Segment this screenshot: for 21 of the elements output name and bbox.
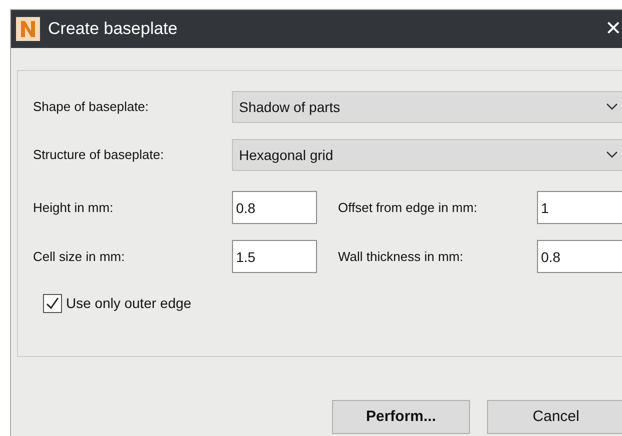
checkbox[interactable] xyxy=(43,294,62,313)
dialog-button[interactable]: Perform... xyxy=(332,400,470,434)
input-field[interactable]: 1 xyxy=(537,191,622,224)
input-field[interactable]: 0.8 xyxy=(537,240,622,273)
input-field[interactable]: 1.5 xyxy=(232,240,317,273)
field-label: Offset from edge in mm: xyxy=(338,198,478,217)
field-label: Height in mm: xyxy=(33,198,114,217)
field-label: Cell size in mm: xyxy=(33,248,126,266)
input-field[interactable]: 0.8 xyxy=(232,191,317,224)
field-label: Wall thickness in mm: xyxy=(338,248,464,266)
checkbox-label: Use only outer edge xyxy=(66,294,192,313)
chevron-down-icon xyxy=(606,151,618,159)
dropdown[interactable]: Shadow of parts xyxy=(232,91,622,123)
dropdown[interactable]: Hexagonal grid xyxy=(232,139,622,171)
dialog-button[interactable]: Cancel xyxy=(487,400,622,434)
app-logo-icon xyxy=(16,17,40,41)
chevron-down-icon xyxy=(606,103,618,111)
window-title: Create baseplate xyxy=(48,18,178,40)
field-label: Shape of baseplate: xyxy=(33,98,150,116)
close-button[interactable]: ✕ xyxy=(605,14,622,44)
field-label: Structure of baseplate: xyxy=(33,146,165,164)
